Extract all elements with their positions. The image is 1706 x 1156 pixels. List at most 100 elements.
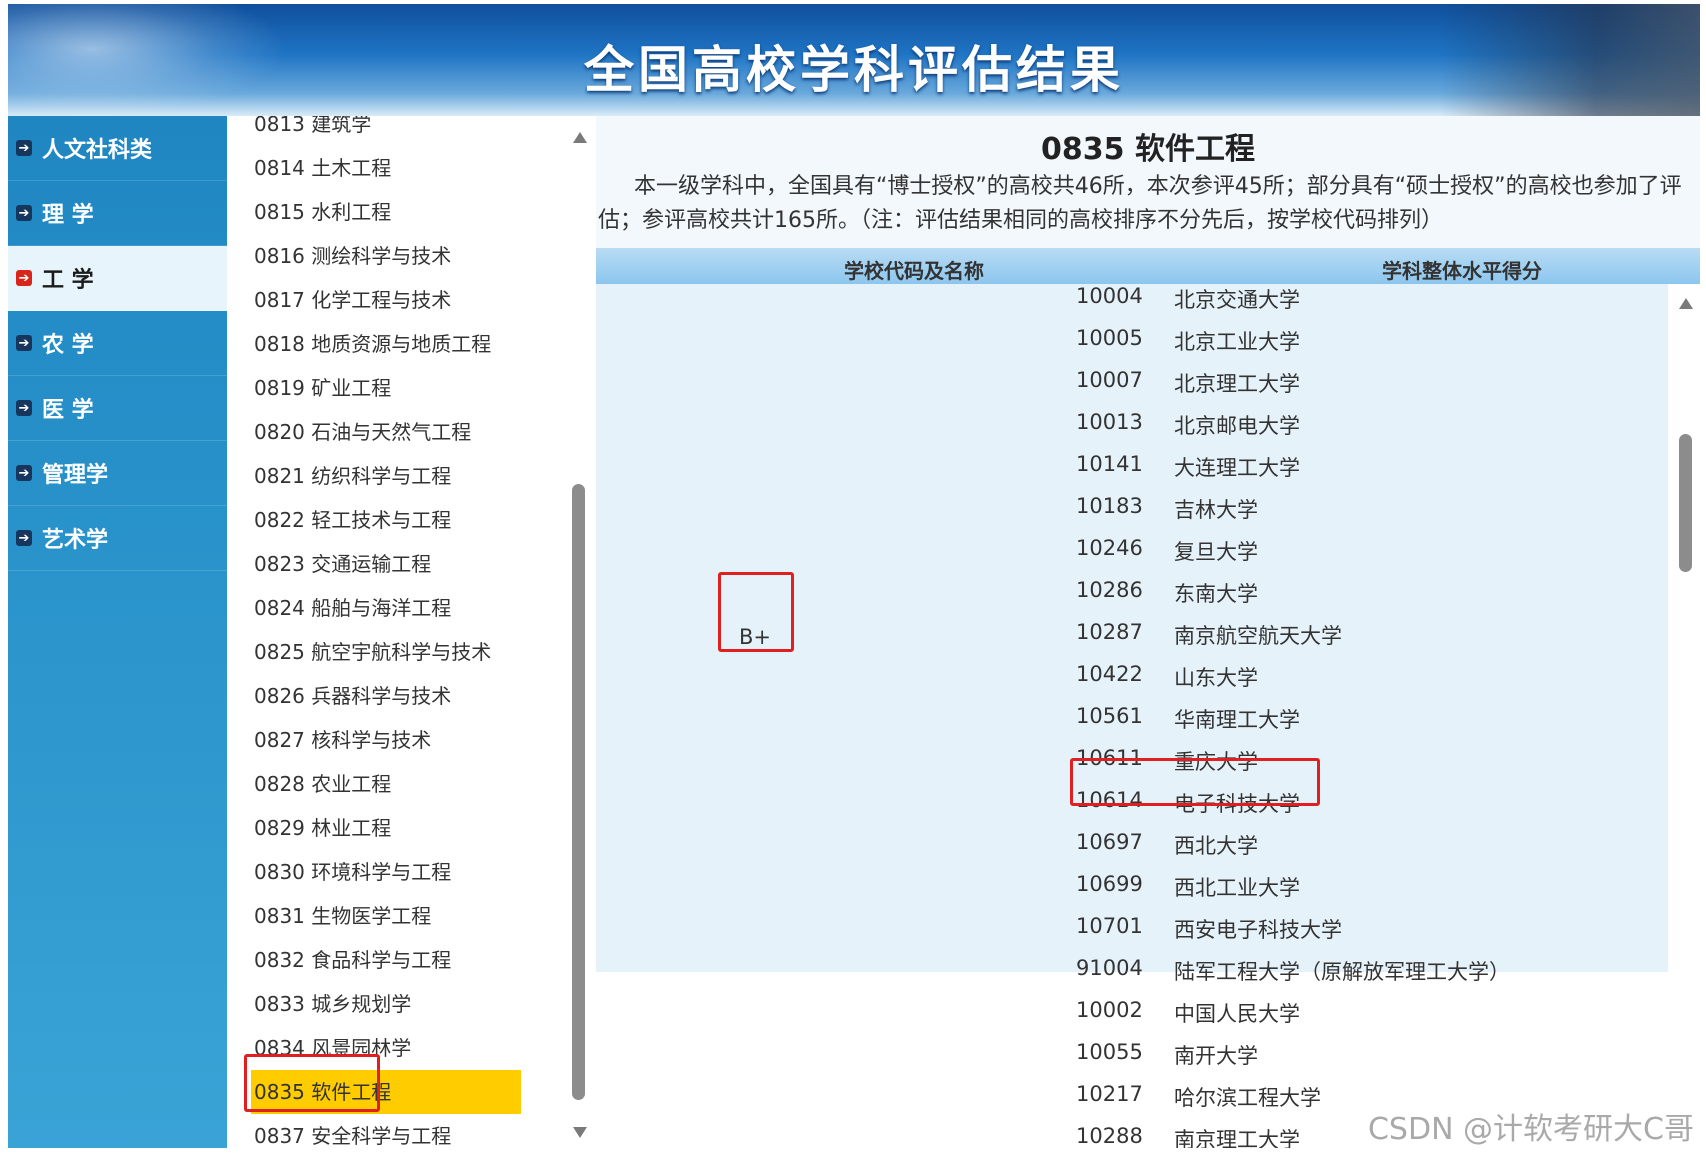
school-code: 10614	[1076, 788, 1143, 812]
school-code: 10183	[1076, 494, 1143, 518]
subject-item[interactable]: 0828 农业工程	[251, 762, 521, 806]
school-code: 10002	[1076, 998, 1143, 1022]
school-name: 西安电子科技大学	[1174, 918, 1342, 942]
nav-item-management[interactable]: ➔ 管理学	[8, 441, 227, 506]
arrow-right-icon: ➔	[16, 530, 32, 546]
subject-item[interactable]: 0814 土木工程	[251, 146, 521, 190]
scroll-up-arrow-icon[interactable]	[1679, 298, 1693, 309]
subject-item[interactable]: 0820 石油与天然气工程	[251, 410, 521, 454]
subject-item[interactable]: 0826 兵器科学与技术	[251, 674, 521, 718]
table-row: 10183 吉林大学	[596, 484, 1668, 526]
nav-item-science[interactable]: ➔ 理 学	[8, 181, 227, 246]
subject-item-selected[interactable]: 0835 软件工程	[251, 1070, 521, 1114]
subject-item[interactable]: 0821 纺织科学与工程	[251, 454, 521, 498]
school-name: 重庆大学	[1174, 750, 1258, 774]
nav-item-label: 人文社科类	[42, 138, 153, 163]
table-row: 10141 大连理工大学	[596, 442, 1668, 484]
nav-item-art[interactable]: ➔ 艺术学	[8, 506, 227, 571]
subject-item[interactable]: 0825 航空宇航科学与技术	[251, 630, 521, 674]
nav-item-engineering[interactable]: ➔ 工 学	[8, 246, 227, 311]
subject-item[interactable]: 0824 船舶与海洋工程	[251, 586, 521, 630]
subject-item[interactable]: 0827 核科学与技术	[251, 718, 521, 762]
banner: 全国高校学科评估结果	[8, 4, 1700, 116]
table-row: 10287 南京航空航天大学	[596, 610, 1668, 652]
nav-item-medicine[interactable]: ➔ 医 学	[8, 376, 227, 441]
table-row: 10701 西安电子科技大学	[596, 904, 1668, 946]
scroll-down-arrow-icon[interactable]	[573, 1127, 587, 1138]
subject-item[interactable]: 0816 测绘科学与技术	[251, 234, 521, 278]
school-code: 10005	[1076, 326, 1143, 350]
subject-item[interactable]: 0819 矿业工程	[251, 366, 521, 410]
nav-item-label: 管理学	[42, 463, 109, 488]
intro-text: 本一级学科中，全国具有“博士授权”的高校共46所，本次参评45所；部分具有“硕士…	[598, 174, 1682, 233]
school-name: 南开大学	[1174, 1044, 1258, 1068]
subject-item[interactable]: 0831 生物医学工程	[251, 894, 521, 938]
category-nav: ➔ 人文社科类 ➔ 理 学 ➔ 工 学 ➔ 农 学 ➔ 医 学 ➔ 管理学 ➔ 艺术学	[8, 116, 227, 1148]
school-name: 南京理工大学	[1174, 1128, 1300, 1148]
table-row: 10561 华南理工大学	[596, 694, 1668, 736]
nav-item-label: 医 学	[42, 398, 94, 423]
school-code: 91004	[1076, 956, 1143, 980]
school-name: 北京理工大学	[1174, 372, 1300, 396]
school-name: 电子科技大学	[1174, 792, 1300, 816]
page-title: 0835 软件工程	[1041, 132, 1255, 167]
school-code: 10699	[1076, 872, 1143, 896]
subject-item[interactable]: 0818 地质资源与地质工程	[251, 322, 521, 366]
column-header-score: 学科整体水平得分	[1382, 259, 1542, 283]
nav-item-humanities[interactable]: ➔ 人文社科类	[8, 116, 227, 181]
subject-item[interactable]: 0829 林业工程	[251, 806, 521, 850]
school-code: 10007	[1076, 368, 1143, 392]
results-scrollbar[interactable]	[1676, 284, 1696, 1148]
table-row: 10286 东南大学	[596, 568, 1668, 610]
scrollbar-thumb[interactable]	[1679, 434, 1692, 572]
school-name: 北京交通大学	[1174, 288, 1300, 312]
school-name: 陆军工程大学（原解放军理工大学）	[1174, 960, 1510, 984]
subject-item[interactable]: 0813 建筑学	[251, 116, 521, 146]
subject-item[interactable]: 0833 城乡规划学	[251, 982, 521, 1026]
subject-item[interactable]: 0822 轻工技术与工程	[251, 498, 521, 542]
school-name: 南京航空航天大学	[1174, 624, 1342, 648]
nav-item-label: 理 学	[42, 203, 94, 228]
table-row: 10246 复旦大学	[596, 526, 1668, 568]
subject-list: 0813 建筑学 0814 土木工程 0815 水利工程 0816 测绘科学与技…	[251, 116, 521, 1148]
nav-item-label: 工 学	[42, 268, 94, 293]
school-code: 10004	[1076, 284, 1143, 308]
subject-item[interactable]: 0834 风景园林学	[251, 1026, 521, 1070]
school-code: 10701	[1076, 914, 1143, 938]
school-name: 西北工业大学	[1174, 876, 1300, 900]
table-row: 10699 西北工业大学	[596, 862, 1668, 904]
subject-item[interactable]: 0823 交通运输工程	[251, 542, 521, 586]
nav-item-agriculture[interactable]: ➔ 农 学	[8, 311, 227, 376]
table-row: 10005 北京工业大学	[596, 316, 1668, 358]
school-code: 10287	[1076, 620, 1143, 644]
table-row: 10611 重庆大学	[596, 736, 1668, 778]
arrow-right-icon: ➔	[16, 270, 32, 286]
school-name: 吉林大学	[1174, 498, 1258, 522]
subject-item[interactable]: 0815 水利工程	[251, 190, 521, 234]
subject-item[interactable]: 0817 化学工程与技术	[251, 278, 521, 322]
subject-list-scrollbar[interactable]	[570, 124, 590, 1148]
arrow-right-icon: ➔	[16, 335, 32, 351]
table-row-highlighted: 10614 电子科技大学	[596, 778, 1668, 820]
school-name: 北京工业大学	[1174, 330, 1300, 354]
arrow-right-icon: ➔	[16, 140, 32, 156]
banner-title: 全国高校学科评估结果	[584, 41, 1124, 99]
subject-item[interactable]: 0832 食品科学与工程	[251, 938, 521, 982]
school-code: 10141	[1076, 452, 1143, 476]
school-name: 西北大学	[1174, 834, 1258, 858]
subject-item[interactable]: 0837 安全科学与工程	[251, 1114, 521, 1148]
school-code: 10288	[1076, 1124, 1143, 1148]
school-code: 10422	[1076, 662, 1143, 686]
school-code: 10286	[1076, 578, 1143, 602]
subject-item[interactable]: 0830 环境科学与工程	[251, 850, 521, 894]
scroll-up-arrow-icon[interactable]	[573, 132, 587, 143]
scrollbar-thumb[interactable]	[572, 484, 585, 1100]
school-code: 10611	[1076, 746, 1143, 770]
school-name: 山东大学	[1174, 666, 1258, 690]
table-row: 91004 陆军工程大学（原解放军理工大学）	[596, 946, 1668, 988]
subject-list-panel: 0813 建筑学 0814 土木工程 0815 水利工程 0816 测绘科学与技…	[227, 116, 563, 1148]
arrow-right-icon: ➔	[16, 400, 32, 416]
table-row: 10055 南开大学	[596, 1030, 1668, 1072]
intro-section: 0835 软件工程 本一级学科中，全国具有“博士授权”的高校共46所，本次参评4…	[596, 116, 1700, 248]
arrow-right-icon: ➔	[16, 465, 32, 481]
